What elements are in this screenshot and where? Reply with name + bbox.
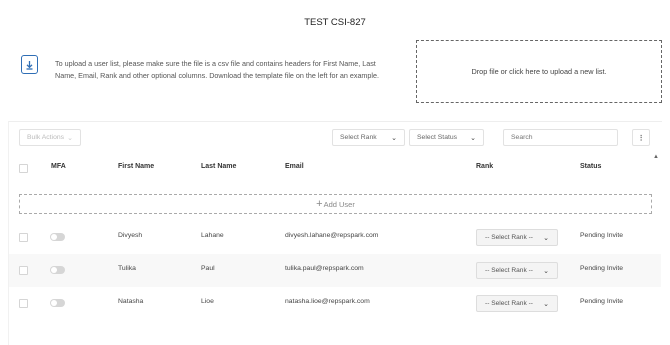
chevron-down-icon: ⌄ xyxy=(470,134,476,142)
header-rank[interactable]: Rank xyxy=(476,163,493,170)
status-filter-select[interactable]: Select Status ⌄ xyxy=(409,129,484,146)
mfa-toggle[interactable] xyxy=(50,266,65,274)
bulk-actions-label: Bulk Actions xyxy=(27,134,65,141)
cell-status: Pending Invite xyxy=(580,298,624,305)
table-row: Divyesh Lahane divyesh.lahane@repspark.c… xyxy=(9,221,661,254)
row-checkbox[interactable] xyxy=(19,266,28,275)
chevron-down-icon: ⌄ xyxy=(543,234,549,242)
upload-instructions: To upload a user list, please make sure … xyxy=(55,59,380,80)
add-user-label: Add User xyxy=(323,199,355,209)
rank-select[interactable]: -- Select Rank -- ⌄ xyxy=(476,229,558,246)
dropzone-label: Drop file or click here to upload a new … xyxy=(471,67,607,76)
cell-email: natasha.lioe@repspark.com xyxy=(285,298,370,305)
cell-last-name: Paul xyxy=(201,265,215,272)
chevron-down-icon: ⌄ xyxy=(543,300,549,308)
header-last-name[interactable]: Last Name xyxy=(201,163,236,170)
cell-last-name: Lahane xyxy=(201,232,224,239)
chevron-down-icon: ⌄ xyxy=(543,267,549,275)
rank-select-label: -- Select Rank -- xyxy=(485,234,533,241)
file-dropzone[interactable]: Drop file or click here to upload a new … xyxy=(416,40,662,103)
bulk-actions-select[interactable]: Bulk Actions ⌄ xyxy=(19,129,81,146)
rank-select[interactable]: -- Select Rank -- ⌄ xyxy=(476,262,558,279)
add-user-button[interactable]: + Add User xyxy=(19,194,652,214)
plus-icon: + xyxy=(316,197,323,210)
rank-filter-label: Select Rank xyxy=(340,134,377,141)
cell-email: divyesh.lahane@repspark.com xyxy=(285,232,379,239)
cell-first-name: Divyesh xyxy=(118,232,143,239)
header-email[interactable]: Email xyxy=(285,163,304,170)
page-title: TEST CSI-827 xyxy=(304,17,366,28)
cell-first-name: Tulika xyxy=(118,265,136,272)
users-table-card: Bulk Actions ⌄ Select Rank ⌄ Select Stat… xyxy=(8,121,662,345)
table-row: Tulika Paul tulika.paul@repspark.com -- … xyxy=(9,254,661,287)
search-input[interactable] xyxy=(503,129,618,146)
file-download-icon[interactable] xyxy=(21,55,38,74)
mfa-toggle[interactable] xyxy=(50,299,65,307)
header-mfa: MFA xyxy=(51,163,66,170)
rank-select-label: -- Select Rank -- xyxy=(485,300,533,307)
scroll-up-arrow-icon[interactable]: ▲ xyxy=(653,154,659,160)
status-filter-label: Select Status xyxy=(417,134,458,141)
cell-last-name: Lioe xyxy=(201,298,214,305)
more-options-button[interactable]: ⋮ xyxy=(632,129,650,146)
row-checkbox[interactable] xyxy=(19,299,28,308)
chevron-down-icon: ⌄ xyxy=(391,134,397,142)
cell-status: Pending Invite xyxy=(580,232,624,239)
rank-filter-select[interactable]: Select Rank ⌄ xyxy=(332,129,405,146)
row-checkbox[interactable] xyxy=(19,233,28,242)
select-all-checkbox[interactable] xyxy=(19,164,28,173)
mfa-toggle[interactable] xyxy=(50,233,65,241)
page: TEST CSI-827 To upload a user list, plea… xyxy=(0,0,670,345)
rank-select-label: -- Select Rank -- xyxy=(485,267,533,274)
header-first-name[interactable]: First Name xyxy=(118,163,154,170)
chevron-down-icon: ⌄ xyxy=(67,134,73,142)
cell-email: tulika.paul@repspark.com xyxy=(285,265,364,272)
header-status[interactable]: Status xyxy=(580,163,601,170)
table-row: Natasha Lioe natasha.lioe@repspark.com -… xyxy=(9,287,661,320)
cell-status: Pending Invite xyxy=(580,265,624,272)
cell-first-name: Natasha xyxy=(118,298,144,305)
rank-select[interactable]: -- Select Rank -- ⌄ xyxy=(476,295,558,312)
